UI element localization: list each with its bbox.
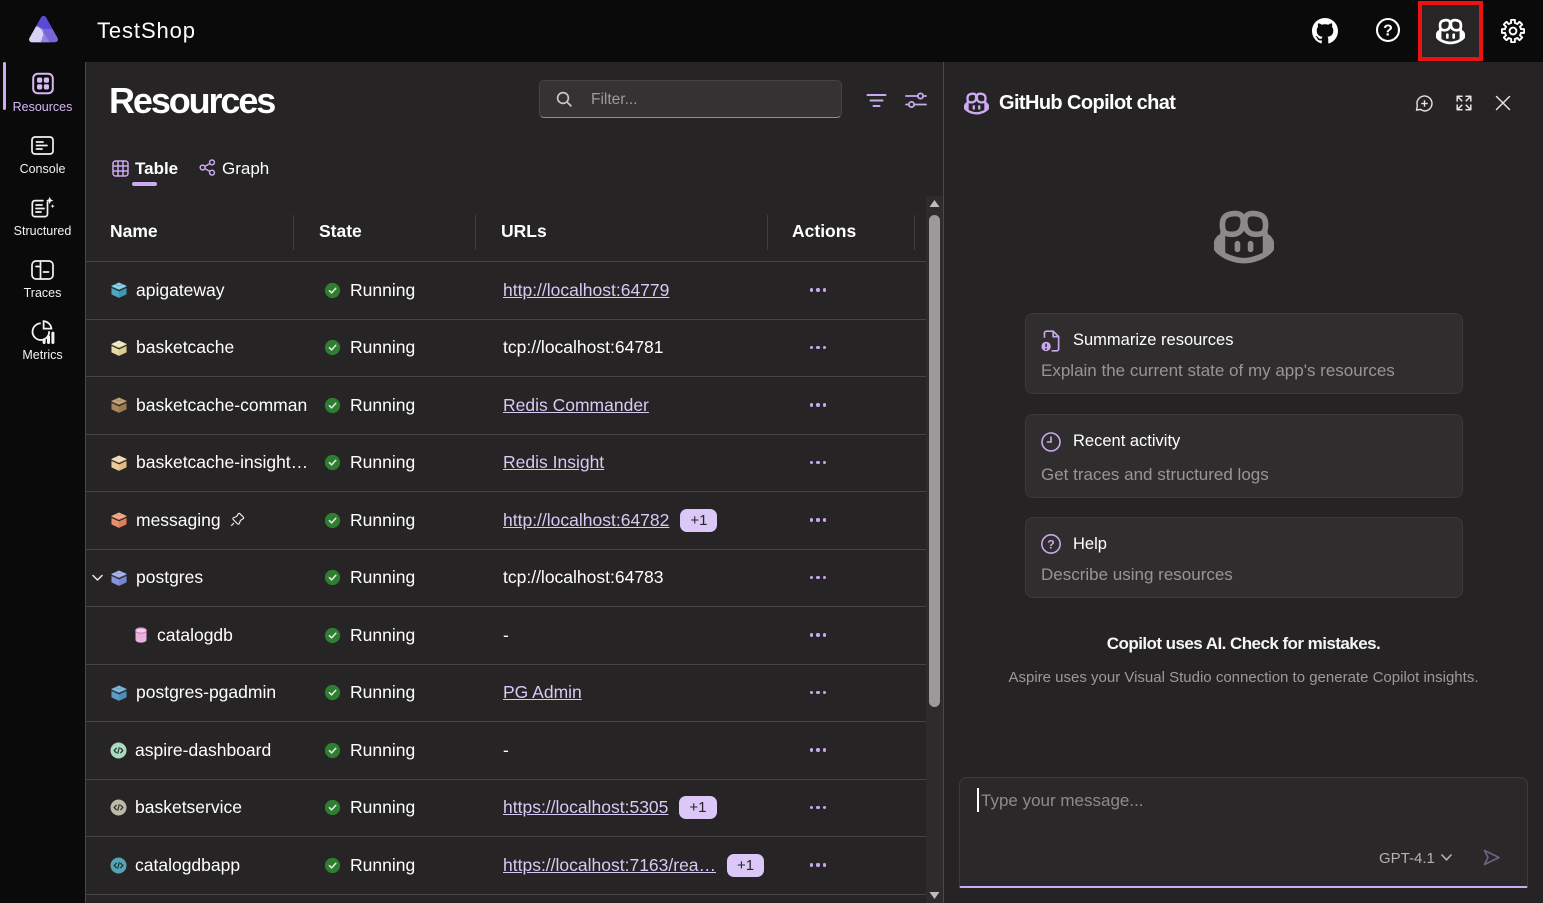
svg-text:?: ? [1383, 23, 1393, 40]
svg-text:?: ? [1047, 537, 1055, 551]
